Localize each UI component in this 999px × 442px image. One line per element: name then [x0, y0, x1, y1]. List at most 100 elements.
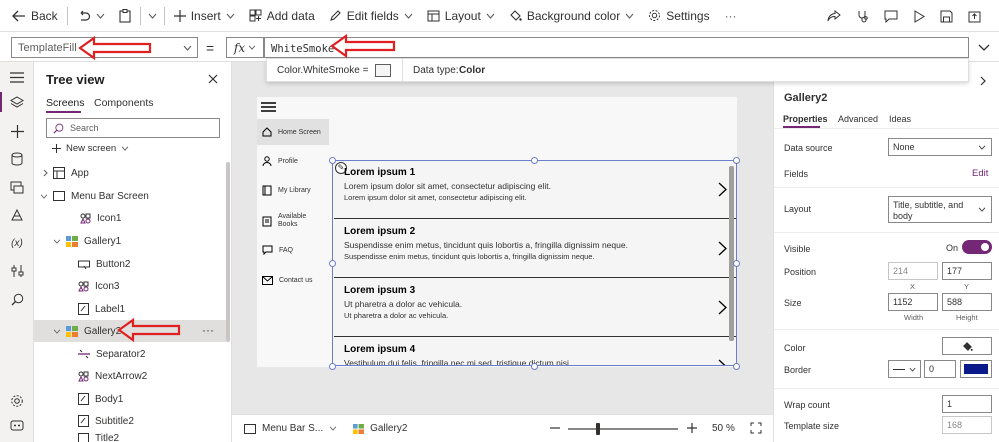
virtual-agent-icon[interactable] [9, 417, 25, 433]
advanced-tools-icon[interactable] [9, 263, 25, 279]
nav-my-library[interactable]: My Library [257, 177, 329, 203]
resize-handle[interactable] [329, 157, 336, 164]
expand-formula-icon[interactable] [978, 44, 990, 51]
nav-profile[interactable]: Profile [257, 148, 329, 174]
tab-advanced[interactable]: Advanced [838, 114, 878, 124]
theme-icon[interactable] [9, 207, 25, 223]
height-input[interactable]: 588 [942, 293, 992, 311]
border-style-dropdown[interactable] [888, 360, 921, 378]
border-width-input[interactable]: 0 [924, 360, 956, 378]
next-arrow-icon[interactable] [718, 241, 727, 256]
next-arrow-icon[interactable] [718, 300, 727, 315]
tree-item-subtitle2[interactable]: Subtitle2 [34, 410, 226, 432]
layers-icon[interactable] [9, 95, 25, 111]
new-screen-button[interactable]: New screen [52, 143, 129, 154]
template-size-input[interactable]: 168 [942, 416, 992, 434]
close-icon[interactable] [208, 74, 218, 84]
resize-handle[interactable] [733, 157, 740, 164]
color-picker-button[interactable] [942, 337, 992, 355]
stethoscope-icon[interactable] [856, 10, 869, 23]
plus-icon[interactable] [9, 123, 25, 139]
chevron-down-icon[interactable] [143, 13, 162, 19]
gallery-item[interactable]: Lorem ipsum 2 Suspendisse enim metus, ti… [334, 220, 736, 278]
chevron-down-icon[interactable] [39, 194, 49, 199]
tab-ideas[interactable]: Ideas [889, 114, 911, 124]
zoom-in-icon[interactable] [687, 423, 697, 433]
position-y-input[interactable]: 177 [942, 262, 992, 280]
zoom-out-icon[interactable] [550, 423, 560, 433]
tree-item-nextarrow2[interactable]: NextArrow2 [34, 365, 226, 387]
position-x-input[interactable]: 214 [888, 262, 938, 280]
insert-button[interactable]: Insert [167, 0, 242, 32]
save-icon[interactable] [940, 10, 953, 23]
fields-edit-link[interactable]: Edit [972, 168, 988, 179]
resize-handle[interactable] [329, 260, 336, 267]
search-icon[interactable] [9, 291, 25, 307]
tab-properties[interactable]: Properties [783, 114, 828, 124]
gallery2[interactable]: ✎ Lorem ipsum 1 Lorem ipsum dolor sit am… [332, 160, 737, 366]
chevron-down-icon[interactable] [52, 239, 62, 244]
variables-icon[interactable]: (x) [7, 235, 27, 251]
fx-button[interactable]: fx [226, 37, 264, 58]
control-breadcrumb[interactable]: Gallery2 [353, 423, 407, 434]
resize-handle[interactable] [733, 260, 740, 267]
tree-item-icon3[interactable]: Icon3 [34, 275, 226, 297]
hamburger-icon[interactable] [9, 69, 25, 85]
tree-item-app[interactable]: App [34, 162, 226, 184]
layout-button[interactable]: Layout [420, 0, 502, 32]
chevron-right-icon[interactable] [980, 76, 986, 86]
layout-dropdown[interactable]: Title, subtitle, and body [888, 196, 992, 223]
back-button[interactable]: Back [0, 0, 65, 32]
gallery-scrollbar[interactable] [729, 166, 734, 341]
tree-item-menu-bar-screen[interactable]: Menu Bar Screen [34, 185, 226, 207]
database-icon[interactable] [9, 151, 25, 167]
tree-item-separator2[interactable]: Separator2 [34, 343, 226, 365]
chevron-down-icon[interactable] [96, 13, 105, 19]
gallery-item[interactable]: ✎ Lorem ipsum 1 Lorem ipsum dolor sit am… [334, 161, 736, 219]
width-input[interactable]: 1152 [888, 293, 938, 311]
hamburger-icon[interactable] [261, 102, 276, 112]
media-icon[interactable] [9, 179, 25, 195]
settings-button[interactable]: Settings [641, 0, 716, 32]
zoom-slider-thumb[interactable] [596, 423, 600, 435]
chevron-right-icon[interactable] [40, 169, 50, 177]
paste-button[interactable] [112, 0, 138, 32]
fit-to-screen-icon[interactable] [750, 422, 762, 434]
nav-available-books[interactable]: Available Books [257, 206, 329, 236]
more-icon[interactable]: ··· [202, 323, 214, 337]
visible-toggle[interactable] [962, 240, 992, 254]
more-icon[interactable]: ··· [717, 9, 745, 23]
chevron-down-icon[interactable] [52, 329, 62, 334]
share-icon[interactable] [827, 9, 841, 23]
tree-item-gallery1[interactable]: Gallery1 [34, 230, 226, 252]
resize-handle[interactable] [531, 363, 538, 370]
undo-button[interactable] [70, 0, 112, 32]
tree-item-button2[interactable]: Button2 [34, 253, 226, 275]
zoom-slider[interactable] [568, 423, 678, 435]
gallery-item[interactable]: Lorem ipsum 4 Vestibulum dui felis, frin… [334, 338, 736, 365]
tree-item-body1[interactable]: Body1 [34, 388, 226, 410]
resize-handle[interactable] [733, 363, 740, 370]
resize-handle[interactable] [329, 363, 336, 370]
publish-icon[interactable] [968, 10, 981, 23]
data-source-dropdown[interactable]: None [888, 138, 992, 156]
tree-scrollbar[interactable] [226, 162, 230, 342]
resize-handle[interactable] [531, 157, 538, 164]
tab-screens[interactable]: Screens [46, 97, 85, 109]
tab-components[interactable]: Components [94, 97, 154, 109]
gear-icon[interactable] [9, 393, 25, 409]
search-input[interactable]: Search [46, 118, 220, 138]
nav-contact-us[interactable]: Contact us [257, 267, 329, 293]
border-color-swatch[interactable] [960, 360, 992, 378]
tree-item-label1[interactable]: Label1 [34, 298, 226, 320]
next-arrow-icon[interactable] [718, 359, 727, 365]
nav-home-screen[interactable]: Home Screen [257, 119, 329, 145]
tree-item-icon1[interactable]: Icon1 [34, 207, 226, 229]
gallery-item[interactable]: Lorem ipsum 3 Ut pharetra a dolor ac veh… [334, 279, 736, 337]
edit-fields-button[interactable]: Edit fields [322, 0, 420, 32]
background-color-button[interactable]: Background color [502, 0, 641, 32]
wrap-count-input[interactable]: 1 [942, 395, 992, 413]
nav-faq[interactable]: FAQ [257, 237, 329, 263]
screen-breadcrumb[interactable]: Menu Bar S... [244, 423, 337, 434]
play-icon[interactable] [913, 9, 925, 23]
